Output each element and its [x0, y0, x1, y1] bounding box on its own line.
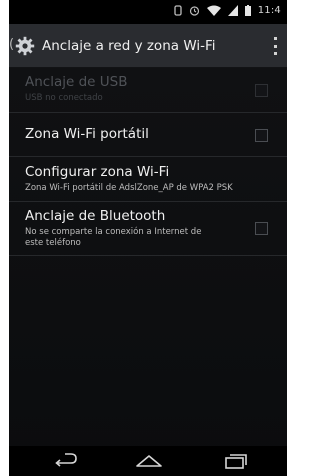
- bluetooth-tethering-item[interactable]: Anclaje de Bluetooth No se comparte la c…: [9, 202, 287, 256]
- bluetooth-tethering-checkbox[interactable]: [255, 222, 268, 235]
- item-summary: Zona Wi-Fi portátil de AdslZone_AP de WP…: [25, 183, 233, 193]
- item-title: Anclaje de Bluetooth: [25, 208, 166, 224]
- action-bar: ( Anclaje a red y zona Wi-Fi: [9, 24, 287, 68]
- back-icon[interactable]: [53, 452, 79, 470]
- configure-hotspot-item[interactable]: Configurar zona Wi-Fi Zona Wi-Fi portáti…: [9, 157, 287, 202]
- battery-icon: [244, 5, 251, 16]
- recents-icon[interactable]: [223, 452, 249, 470]
- signal-icon: [227, 5, 238, 16]
- page-title: Anclaje a red y zona Wi-Fi: [42, 38, 216, 54]
- status-bar: 11:4: [9, 0, 287, 24]
- usb-tethering-item: Anclaje de USB USB no conectado: [9, 68, 287, 113]
- clock: 11:4: [257, 5, 281, 16]
- wifi-icon: [206, 5, 221, 16]
- item-title: Anclaje de USB: [25, 74, 128, 90]
- up-caret-icon[interactable]: (: [9, 37, 14, 52]
- portable-hotspot-item[interactable]: Zona Wi-Fi portátil: [9, 113, 287, 157]
- portable-hotspot-checkbox[interactable]: [255, 129, 268, 142]
- notification-icon: [174, 5, 182, 16]
- settings-gear-icon[interactable]: [15, 36, 35, 56]
- item-summary-line-1: No se comparte la conexión a Internet de: [25, 227, 202, 237]
- overflow-menu-icon[interactable]: [272, 37, 278, 55]
- settings-list: Anclaje de USB USB no conectado Zona Wi-…: [9, 68, 287, 256]
- item-summary-line-2: este teléfono: [25, 238, 81, 248]
- phone-screen: 11:4 ( Anclaje a red y zona Wi-Fi Anclaj…: [9, 0, 287, 476]
- item-title: Configurar zona Wi-Fi: [25, 164, 170, 180]
- item-summary: USB no conectado: [25, 93, 103, 103]
- home-icon[interactable]: [135, 452, 163, 470]
- usb-tethering-checkbox: [255, 84, 268, 97]
- navigation-bar: [9, 446, 287, 476]
- alarm-icon: [189, 6, 199, 16]
- item-title: Zona Wi-Fi portátil: [25, 126, 149, 142]
